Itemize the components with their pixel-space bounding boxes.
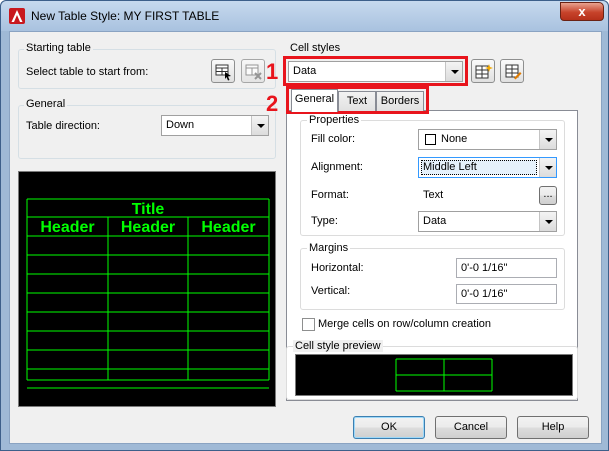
margins-group-label: Margins: [307, 242, 351, 254]
fill-color-label: Fill color:: [311, 133, 356, 145]
new-cell-style-button[interactable]: [471, 59, 495, 83]
chevron-down-icon: [539, 130, 556, 149]
table-preview-drawing: TitleHeader Header Header: [26, 198, 270, 389]
table-direction-label: Table direction:: [26, 120, 100, 132]
merge-cells-checkbox[interactable]: [302, 318, 315, 331]
title-bar[interactable]: New Table Style: MY FIRST TABLE x: [1, 1, 608, 31]
alignment-dropdown[interactable]: Middle Left: [418, 157, 557, 178]
alignment-label: Alignment:: [311, 161, 363, 173]
callout-box-1: [283, 56, 468, 86]
chevron-down-icon: [539, 158, 556, 177]
color-swatch-icon: [425, 134, 436, 145]
callout-number-2: 2: [266, 91, 279, 116]
horizontal-margin-input[interactable]: [456, 258, 557, 278]
type-dropdown[interactable]: Data: [418, 211, 557, 232]
preview-title-text: Title: [132, 201, 165, 218]
merge-cells-label[interactable]: Merge cells on row/column creation: [318, 318, 491, 330]
preview-header-text: Header: [40, 219, 94, 236]
vertical-margin-label: Vertical:: [311, 285, 351, 297]
remove-table-icon: [245, 64, 262, 80]
table-direction-dropdown[interactable]: Down: [161, 115, 269, 136]
table-direction-value: Down: [166, 119, 195, 131]
select-table-icon: [215, 64, 231, 81]
select-table-label: Select table to start from:: [26, 66, 149, 78]
type-value: Data: [423, 215, 447, 227]
cell-style-preview-label: Cell style preview: [293, 340, 383, 352]
cell-style-preview: [295, 354, 573, 396]
fill-color-value: None: [441, 133, 468, 145]
properties-group-label: Properties: [307, 114, 362, 126]
manage-cell-styles-button[interactable]: [500, 59, 524, 83]
starting-table-group-label: Starting table: [24, 42, 93, 54]
remove-table-button[interactable]: [241, 59, 265, 83]
vertical-margin-field[interactable]: [457, 285, 556, 303]
preview-header-text: Header: [121, 219, 175, 236]
vertical-margin-input[interactable]: [456, 284, 557, 304]
horizontal-margin-field[interactable]: [457, 259, 556, 277]
chevron-down-icon: [539, 212, 556, 231]
horizontal-margin-label: Horizontal:: [311, 262, 364, 274]
close-button[interactable]: x: [560, 2, 604, 21]
help-button[interactable]: Help: [517, 416, 589, 439]
fill-color-dropdown[interactable]: None: [418, 129, 557, 150]
chevron-down-icon: [251, 116, 268, 135]
new-cell-style-icon: [475, 64, 493, 79]
alignment-value: Middle Left: [423, 161, 477, 173]
type-label: Type:: [311, 215, 338, 227]
cell-styles-label: Cell styles: [290, 42, 341, 54]
manage-cell-styles-icon: [505, 64, 522, 80]
tab-general[interactable]: General: [291, 89, 338, 112]
dialog-body: Starting table Select table to start fro…: [9, 31, 602, 444]
table-preview: Title Header Header Header: [18, 171, 276, 407]
format-value: Text: [423, 189, 444, 201]
format-browse-button[interactable]: ...: [539, 186, 557, 205]
autocad-app-icon: [9, 8, 25, 24]
select-table-button[interactable]: [211, 59, 235, 83]
general-group-label: General: [24, 98, 68, 110]
format-label: Format:: [311, 189, 349, 201]
cancel-button[interactable]: Cancel: [435, 416, 507, 439]
callout-number-1: 1: [266, 59, 279, 84]
ok-button[interactable]: OK: [353, 416, 425, 439]
dialog-window: New Table Style: MY FIRST TABLE x Starti…: [0, 0, 609, 451]
window-title: New Table Style: MY FIRST TABLE: [31, 9, 220, 23]
preview-header-text: Header: [201, 219, 255, 236]
cell-style-preview-drawing: [395, 358, 493, 392]
